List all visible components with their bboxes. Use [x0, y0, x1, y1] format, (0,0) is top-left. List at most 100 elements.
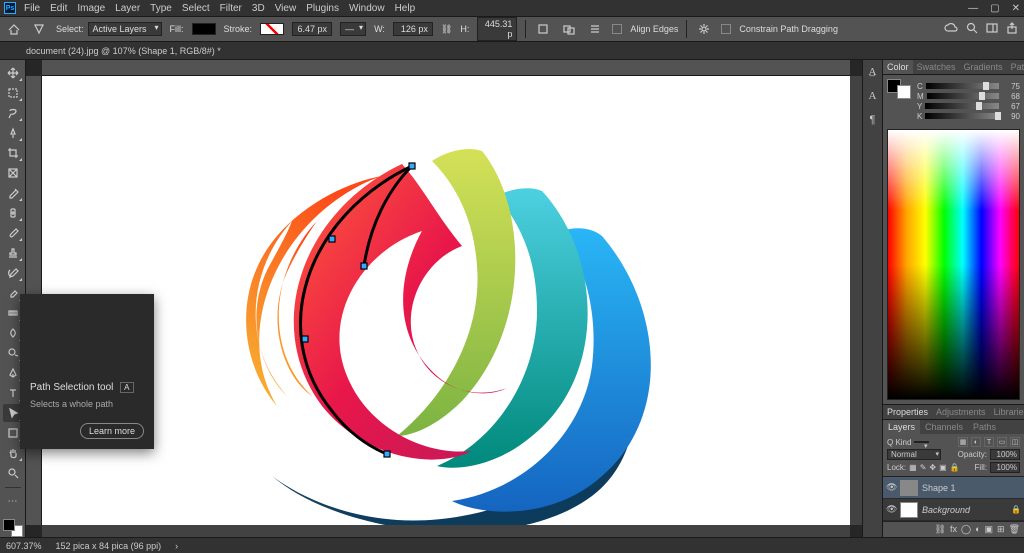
layer-kind-dropdown[interactable]: [914, 441, 929, 443]
fill-swatch[interactable]: [192, 23, 216, 35]
tab-patterns[interactable]: Patterns: [1007, 60, 1024, 74]
menu-image[interactable]: Image: [77, 3, 105, 14]
select-dropdown[interactable]: Active Layers: [88, 22, 162, 36]
paragraph-panel-icon[interactable]: ¶: [870, 114, 876, 126]
layer-fill-field[interactable]: 100%: [990, 462, 1020, 473]
layer-style-icon[interactable]: fx: [950, 524, 957, 535]
brush-tool[interactable]: [3, 224, 23, 242]
maximize-button[interactable]: ▢: [990, 3, 999, 14]
learn-more-button[interactable]: Learn more: [80, 423, 144, 439]
color-swatches[interactable]: [3, 519, 23, 537]
minimize-button[interactable]: —: [968, 3, 978, 14]
stamp-tool[interactable]: [3, 244, 23, 262]
stroke-width-field[interactable]: 6.47 px: [292, 22, 332, 36]
filter-type-icon[interactable]: T: [984, 437, 994, 447]
path-arrange-icon[interactable]: [560, 21, 578, 37]
lock-all-icon[interactable]: 🔒: [950, 463, 960, 472]
crop-tool[interactable]: [3, 144, 23, 162]
slider-C[interactable]: [926, 83, 999, 89]
layer-row[interactable]: 👁Background🔒: [883, 499, 1024, 521]
zoom-field[interactable]: 607.37%: [6, 541, 42, 551]
menu-file[interactable]: File: [24, 3, 40, 14]
marquee-tool[interactable]: [3, 84, 23, 102]
menu-filter[interactable]: Filter: [220, 3, 242, 14]
link-layers-icon[interactable]: ⛓: [935, 524, 946, 535]
width-field[interactable]: 126 px: [393, 22, 433, 36]
doc-info[interactable]: 152 pica x 84 pica (96 ppi): [56, 541, 162, 551]
tab-libraries[interactable]: Libraries: [990, 405, 1024, 419]
layer-row[interactable]: 👁Shape 1: [883, 477, 1024, 499]
close-button[interactable]: ✕: [1012, 3, 1020, 14]
tab-gradients[interactable]: Gradients: [960, 60, 1007, 74]
tool-preset-icon[interactable]: [30, 21, 48, 37]
stroke-style-dropdown[interactable]: —: [340, 22, 366, 36]
slider-Y[interactable]: [925, 103, 999, 109]
character-panel-icon[interactable]: A: [869, 90, 877, 102]
filter-pixel-icon[interactable]: ▦: [958, 437, 968, 447]
share-icon[interactable]: [1006, 22, 1018, 36]
group-icon[interactable]: ▣: [985, 524, 994, 535]
color-spectrum[interactable]: [887, 129, 1020, 400]
layer-thumbnail[interactable]: [900, 502, 918, 518]
glyph-panel-icon[interactable]: A̲: [869, 66, 877, 78]
tab-properties[interactable]: Properties: [883, 405, 932, 419]
visibility-icon[interactable]: 👁: [886, 482, 896, 493]
menu-3d[interactable]: 3D: [252, 3, 265, 14]
stroke-swatch[interactable]: [260, 23, 284, 35]
document-tab[interactable]: document (24).jpg @ 107% (Shape 1, RGB/8…: [26, 46, 221, 56]
edit-toolbar-button[interactable]: ⋯: [3, 493, 23, 511]
link-wh-icon[interactable]: ⛓: [441, 24, 452, 35]
lock-transparent-icon[interactable]: ▦: [909, 463, 917, 472]
menu-plugins[interactable]: Plugins: [306, 3, 339, 14]
tab-paths[interactable]: Paths: [968, 420, 1001, 434]
height-field[interactable]: 445.31 p: [477, 17, 517, 41]
filter-adjust-icon[interactable]: ◐: [971, 437, 981, 447]
visibility-icon[interactable]: 👁: [886, 504, 896, 515]
lasso-tool[interactable]: [3, 104, 23, 122]
ruler-horizontal[interactable]: [42, 60, 850, 76]
workspace-icon[interactable]: [986, 22, 998, 36]
lock-artboard-icon[interactable]: ▣: [939, 463, 947, 472]
path-options-icon[interactable]: [586, 21, 604, 37]
doc-info-chevron-icon[interactable]: ›: [175, 541, 178, 551]
heal-tool[interactable]: [3, 204, 23, 222]
path-align-icon[interactable]: [534, 21, 552, 37]
color-swatch-pair[interactable]: [887, 79, 911, 121]
scrollbar-horizontal[interactable]: [42, 525, 850, 537]
tab-layers[interactable]: Layers: [883, 420, 920, 434]
tab-swatches[interactable]: Swatches: [913, 60, 960, 74]
adjustment-layer-icon[interactable]: ◐: [975, 524, 980, 535]
frame-tool[interactable]: [3, 164, 23, 182]
tab-color[interactable]: Color: [883, 60, 913, 74]
slider-K[interactable]: [925, 113, 999, 119]
menu-window[interactable]: Window: [349, 3, 385, 14]
quick-select-tool[interactable]: [3, 124, 23, 142]
menu-select[interactable]: Select: [182, 3, 210, 14]
layer-thumbnail[interactable]: [900, 480, 918, 496]
menu-help[interactable]: Help: [395, 3, 416, 14]
lock-icon[interactable]: 🔒: [1011, 505, 1021, 514]
zoom-tool[interactable]: [3, 464, 23, 482]
opacity-field[interactable]: 100%: [990, 449, 1020, 460]
delete-layer-icon[interactable]: 🗑: [1009, 524, 1020, 535]
history-brush-tool[interactable]: [3, 264, 23, 282]
tab-channels[interactable]: Channels: [920, 420, 968, 434]
layer-mask-icon[interactable]: ◯: [961, 524, 971, 535]
menu-view[interactable]: View: [275, 3, 297, 14]
blend-mode-dropdown[interactable]: Normal: [887, 449, 941, 460]
filter-smart-icon[interactable]: ◫: [1010, 437, 1020, 447]
new-layer-icon[interactable]: ⊞: [997, 524, 1005, 535]
canvas[interactable]: [42, 76, 850, 525]
scrollbar-vertical[interactable]: [850, 76, 862, 525]
menu-type[interactable]: Type: [150, 3, 172, 14]
slider-M[interactable]: [927, 93, 999, 99]
cloud-icon[interactable]: [944, 22, 958, 36]
constrain-checkbox[interactable]: [721, 24, 731, 34]
lock-paint-icon[interactable]: ✎: [920, 463, 927, 472]
menu-edit[interactable]: Edit: [50, 3, 67, 14]
menu-layer[interactable]: Layer: [115, 3, 140, 14]
tab-adjustments[interactable]: Adjustments: [932, 405, 990, 419]
move-tool[interactable]: [3, 64, 23, 82]
gear-icon[interactable]: [695, 21, 713, 37]
home-icon[interactable]: [6, 22, 22, 36]
